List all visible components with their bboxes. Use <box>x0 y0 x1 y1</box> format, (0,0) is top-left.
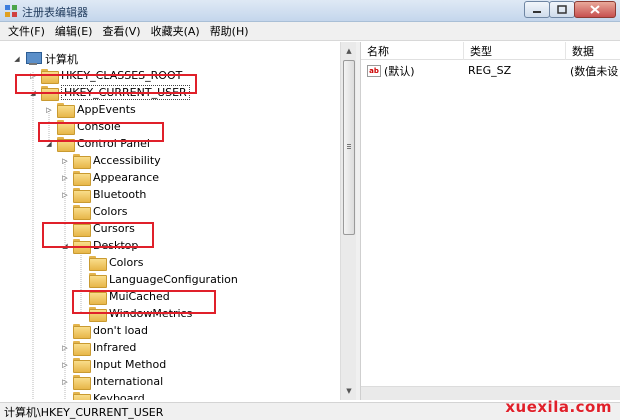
tree-item-label: Colors <box>93 205 128 218</box>
window-controls <box>524 1 616 19</box>
menu-help[interactable]: 帮助(H) <box>206 23 253 39</box>
highlight-control-panel <box>38 122 164 142</box>
no-expander <box>60 326 70 336</box>
tree-item-label: Accessibility <box>93 154 161 167</box>
tree-item-label: Infrared <box>93 341 137 354</box>
no-expander <box>60 394 70 401</box>
list-header: 名称 类型 数据 <box>361 42 620 60</box>
folder-icon <box>57 103 75 118</box>
scroll-thumb[interactable] <box>343 60 355 235</box>
highlight-desktop <box>42 222 154 248</box>
tree-item-label: 计算机 <box>45 52 78 66</box>
collapse-arrow-icon[interactable]: ◢ <box>12 54 22 64</box>
value-data: (数值未设 <box>570 64 619 78</box>
folder-icon <box>73 341 91 356</box>
close-icon <box>590 5 600 14</box>
menu-view[interactable]: 查看(V) <box>98 23 144 39</box>
expand-arrow-icon[interactable]: ▷ <box>44 105 54 115</box>
status-path: 计算机\HKEY_CURRENT_USER <box>4 405 164 419</box>
no-expander <box>76 258 86 268</box>
expand-arrow-icon[interactable]: ▷ <box>60 173 70 183</box>
column-type[interactable]: 类型 <box>464 42 566 60</box>
string-value-icon: ab <box>367 64 381 77</box>
expand-arrow-icon[interactable]: ▷ <box>60 190 70 200</box>
value-type: REG_SZ <box>468 64 512 77</box>
window-title: 注册表编辑器 <box>22 6 88 19</box>
highlight-window-metrics <box>72 290 216 314</box>
tree-item-appevents[interactable]: ▷ AppEvents <box>44 101 136 118</box>
folder-icon <box>89 256 107 271</box>
registry-tree[interactable]: ◢ 计算机 ▷ HKEY_CLASSES_ROOT ◢ HKEY_CURRENT_USER… <box>0 42 356 400</box>
tree-item-label: AppEvents <box>77 103 136 116</box>
tree-item-dont-load[interactable]: don't load <box>60 322 148 339</box>
watermark: xuexila.com <box>505 398 612 416</box>
folder-icon <box>89 273 107 288</box>
highlight-hkey-current-user <box>15 74 197 94</box>
folder-icon <box>73 188 91 203</box>
scroll-down-arrow-icon[interactable]: ▼ <box>342 383 356 399</box>
no-expander <box>76 275 86 285</box>
tree-item-international[interactable]: ▷ International <box>60 373 163 390</box>
tree-item-desktop-colors[interactable]: Colors <box>76 254 143 271</box>
tree-item-label: International <box>93 375 164 388</box>
minimize-icon <box>533 10 541 13</box>
menu-bar: 文件(F) 编辑(E) 查看(V) 收藏夹(A) 帮助(H) <box>0 22 620 41</box>
value-name: (默认) <box>384 64 415 78</box>
column-data[interactable]: 数据 <box>566 42 620 60</box>
tree-item-language-configuration[interactable]: LanguageConfiguration <box>76 271 238 288</box>
title-bar: 注册表编辑器 <box>0 0 620 22</box>
folder-icon <box>73 375 91 390</box>
list-item[interactable]: ab (默认) REG_SZ (数值未设 <box>361 62 620 79</box>
expand-arrow-icon[interactable]: ▷ <box>60 377 70 387</box>
expand-arrow-icon[interactable]: ▷ <box>60 343 70 353</box>
scroll-grip-icon <box>347 144 351 145</box>
expand-arrow-icon[interactable]: ▷ <box>60 156 70 166</box>
computer-icon <box>25 52 42 65</box>
menu-favorites[interactable]: 收藏夹(A) <box>147 23 204 39</box>
tree-item-accessibility[interactable]: ▷ Accessibility <box>60 152 161 169</box>
menu-edit[interactable]: 编辑(E) <box>51 23 97 39</box>
tree-item-appearance[interactable]: ▷ Appearance <box>60 169 159 186</box>
no-expander <box>60 207 70 217</box>
minimize-button[interactable] <box>524 1 550 18</box>
values-list[interactable]: 名称 类型 数据 ab (默认) REG_SZ (数值未设 <box>361 42 620 400</box>
menu-file[interactable]: 文件(F) <box>4 23 49 39</box>
tree-item-label: Input Method <box>93 358 167 371</box>
column-name[interactable]: 名称 <box>361 42 464 60</box>
tree-item-bluetooth[interactable]: ▷ Bluetooth <box>60 186 146 203</box>
tree-item-input-method[interactable]: ▷ Input Method <box>60 356 166 373</box>
tree-item-keyboard[interactable]: Keyboard <box>60 390 145 400</box>
tree-item-label: LanguageConfiguration <box>109 273 238 286</box>
tree-item-label: Keyboard <box>93 392 145 400</box>
tree-item-infrared[interactable]: ▷ Infrared <box>60 339 136 356</box>
tree-scrollbar[interactable]: ▲ ▼ <box>340 42 356 400</box>
tree-item-label: Bluetooth <box>93 188 147 201</box>
close-button[interactable] <box>574 1 616 18</box>
tree-item-label: Colors <box>109 256 144 269</box>
scroll-up-arrow-icon[interactable]: ▲ <box>342 43 356 59</box>
maximize-icon <box>557 5 567 14</box>
regedit-icon <box>5 5 17 17</box>
folder-icon <box>73 358 91 373</box>
tree-item-colors[interactable]: Colors <box>60 203 127 220</box>
expand-arrow-icon[interactable]: ▷ <box>60 360 70 370</box>
tree-item-label: Appearance <box>93 171 160 184</box>
tree-item-label: don't load <box>93 324 149 337</box>
maximize-button[interactable] <box>549 1 575 18</box>
tree-item-computer[interactable]: ◢ 计算机 <box>12 50 78 67</box>
folder-icon <box>73 392 91 400</box>
folder-icon <box>73 205 91 220</box>
folder-icon <box>73 171 91 186</box>
folder-icon <box>73 324 91 339</box>
folder-icon <box>73 154 91 169</box>
